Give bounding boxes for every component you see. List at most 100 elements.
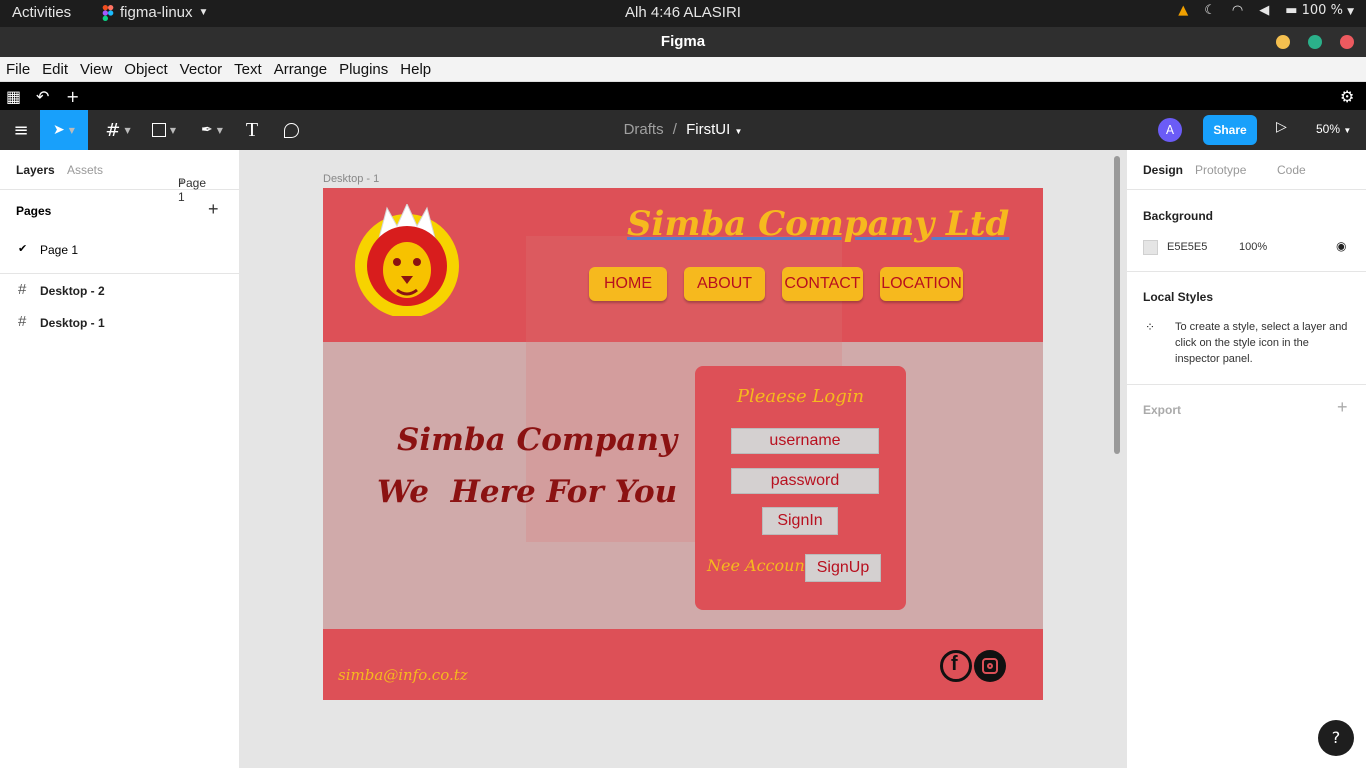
comment-tool-button[interactable] [278,110,304,150]
new-tab-icon[interactable]: + [66,87,79,106]
menu-view[interactable]: View [80,61,112,78]
close-button[interactable] [1340,35,1354,49]
layer-item[interactable]: # Desktop - 1 [0,307,240,339]
username-field[interactable]: username [731,428,879,454]
export-heading[interactable]: Export [1143,403,1181,417]
editor-toolbar: ≡ ➤ ▼ # ▼ ▼ ✒ ▼ T Drafts / FirstUI ▼ A Shar… [0,110,1366,150]
tab-prototype[interactable]: Prototype [1195,163,1246,177]
need-account-label: Nee Account? [707,556,820,575]
site-footer [323,629,1043,700]
frame-tool-button[interactable]: # ▼ [98,110,138,150]
menu-plugins[interactable]: Plugins [339,61,388,78]
local-styles-section: Local Styles ⁘ To create a style, select… [1127,272,1366,385]
nav-home-button[interactable]: HOME [589,267,667,301]
signin-button[interactable]: SignIn [762,507,838,535]
file-name[interactable]: FirstUI [686,121,730,138]
cursor-arrow-icon: ➤ [53,122,65,138]
activities-button[interactable]: Activities [12,4,71,21]
zoom-dropdown[interactable]: 50% ▼ [1316,122,1351,136]
chevron-down-icon: ▼ [68,125,75,135]
frame-hash-icon: # [18,281,27,298]
footer-email[interactable]: simba@info.co.tz [338,666,468,684]
menu-arrange[interactable]: Arrange [274,61,327,78]
back-icon[interactable]: ↶ [36,87,49,106]
chevron-down-icon: ▼ [198,7,209,18]
figma-logo-icon [102,4,114,21]
breadcrumb-drafts[interactable]: Drafts [624,121,664,138]
chevron-down-icon[interactable]: ▼ [734,127,742,136]
wifi-icon: ◠ [1231,3,1244,18]
hamburger-icon: ≡ [13,119,29,141]
instagram-icon[interactable] [974,650,1006,682]
background-hex[interactable]: E5E5E5 [1167,241,1207,253]
warning-icon: ▲ [1178,3,1189,18]
tab-layers[interactable]: Layers [16,163,55,177]
facebook-icon[interactable]: f [940,650,972,682]
hero-tagline: We Here For You [377,474,678,510]
nav-about-button[interactable]: ABOUT [684,267,765,301]
menu-edit[interactable]: Edit [42,61,68,78]
volume-icon: ◀ [1259,3,1270,18]
tab-code[interactable]: Code [1277,163,1306,177]
layer-label: Desktop - 2 [40,284,105,298]
chevron-down-icon: ▼ [169,125,177,135]
battery-indicator: ▬ 100 % ▼ [1285,3,1354,18]
pen-tool-button[interactable]: ✒ ▼ [192,110,232,150]
menu-file[interactable]: File [6,61,30,78]
menu-vector[interactable]: Vector [180,61,223,78]
signup-button[interactable]: SignUp [805,554,881,582]
canvas-scrollbar[interactable] [1114,156,1120,454]
right-panel: Design Prototype Code Background E5E5E5 … [1126,150,1366,768]
comment-icon [283,122,299,138]
layer-item[interactable]: # Desktop - 2 [0,275,240,307]
chevron-down-icon: ▼ [1343,126,1352,135]
background-opacity[interactable]: 100% [1239,241,1267,253]
window-title: Figma [660,33,706,50]
background-swatch[interactable] [1143,240,1158,255]
tab-design[interactable]: Design [1143,163,1183,177]
text-t-icon: T [245,118,259,141]
system-top-bar: Activities figma-linux ▼ Alh 4:46 ALASIR… [0,0,1366,27]
menu-help[interactable]: Help [400,61,431,78]
window-title-bar: Figma [0,27,1366,57]
present-play-icon[interactable]: ▷ [1276,119,1287,135]
page-item[interactable]: ✔ Page 1 [0,234,240,266]
app-name: figma-linux [120,4,193,21]
pages-heading: Pages [16,204,52,218]
share-button[interactable]: Share [1203,115,1257,145]
frame-label[interactable]: Desktop - 1 [323,173,379,185]
shape-tool-button[interactable]: ▼ [144,110,184,150]
login-card: Pleaese Login username password SignIn N… [695,366,906,610]
frame-hash-icon: # [105,119,121,141]
design-frame-desktop-1[interactable]: Simba Company Ltd HOME ABOUT CONTACT LOC… [323,188,1043,700]
add-page-icon[interactable]: + [208,199,219,220]
eye-icon[interactable]: ◉ [1336,239,1346,253]
nav-location-button[interactable]: LOCATION [880,267,963,301]
help-button[interactable]: ? [1318,720,1354,756]
grid-home-icon[interactable]: ▦ [6,87,21,106]
local-styles-heading: Local Styles [1143,290,1214,304]
login-title: Pleaese Login [736,386,865,407]
chevron-down-icon: ▼ [1347,7,1354,17]
main-menu-button[interactable]: ≡ [8,110,34,150]
avatar[interactable]: A [1158,118,1182,142]
menu-object[interactable]: Object [124,61,167,78]
app-menu[interactable]: figma-linux ▼ [102,4,208,21]
maximize-button[interactable] [1308,35,1322,49]
tab-assets[interactable]: Assets [67,163,103,177]
frame-hash-icon: # [18,313,27,330]
system-tray[interactable]: ▲ ☾ ◠ ◀ ▬ 100 % ▼ [1178,3,1354,18]
password-field[interactable]: password [731,468,879,494]
text-tool-button[interactable]: T [240,110,264,150]
settings-gear-icon[interactable]: ⚙ [1340,87,1354,106]
page-item-label: Page 1 [40,243,79,257]
battery-icon: ▬ [1285,3,1298,18]
add-export-icon[interactable]: + [1337,397,1348,418]
minimize-button[interactable] [1276,35,1290,49]
move-tool-button[interactable]: ➤ ▼ [40,110,88,150]
nav-contact-button[interactable]: CONTACT [782,267,863,301]
menu-text[interactable]: Text [234,61,262,78]
lion-logo-icon[interactable] [353,204,461,316]
style-grid-icon: ⁘ [1145,320,1156,334]
night-light-icon: ☾ [1204,3,1216,18]
